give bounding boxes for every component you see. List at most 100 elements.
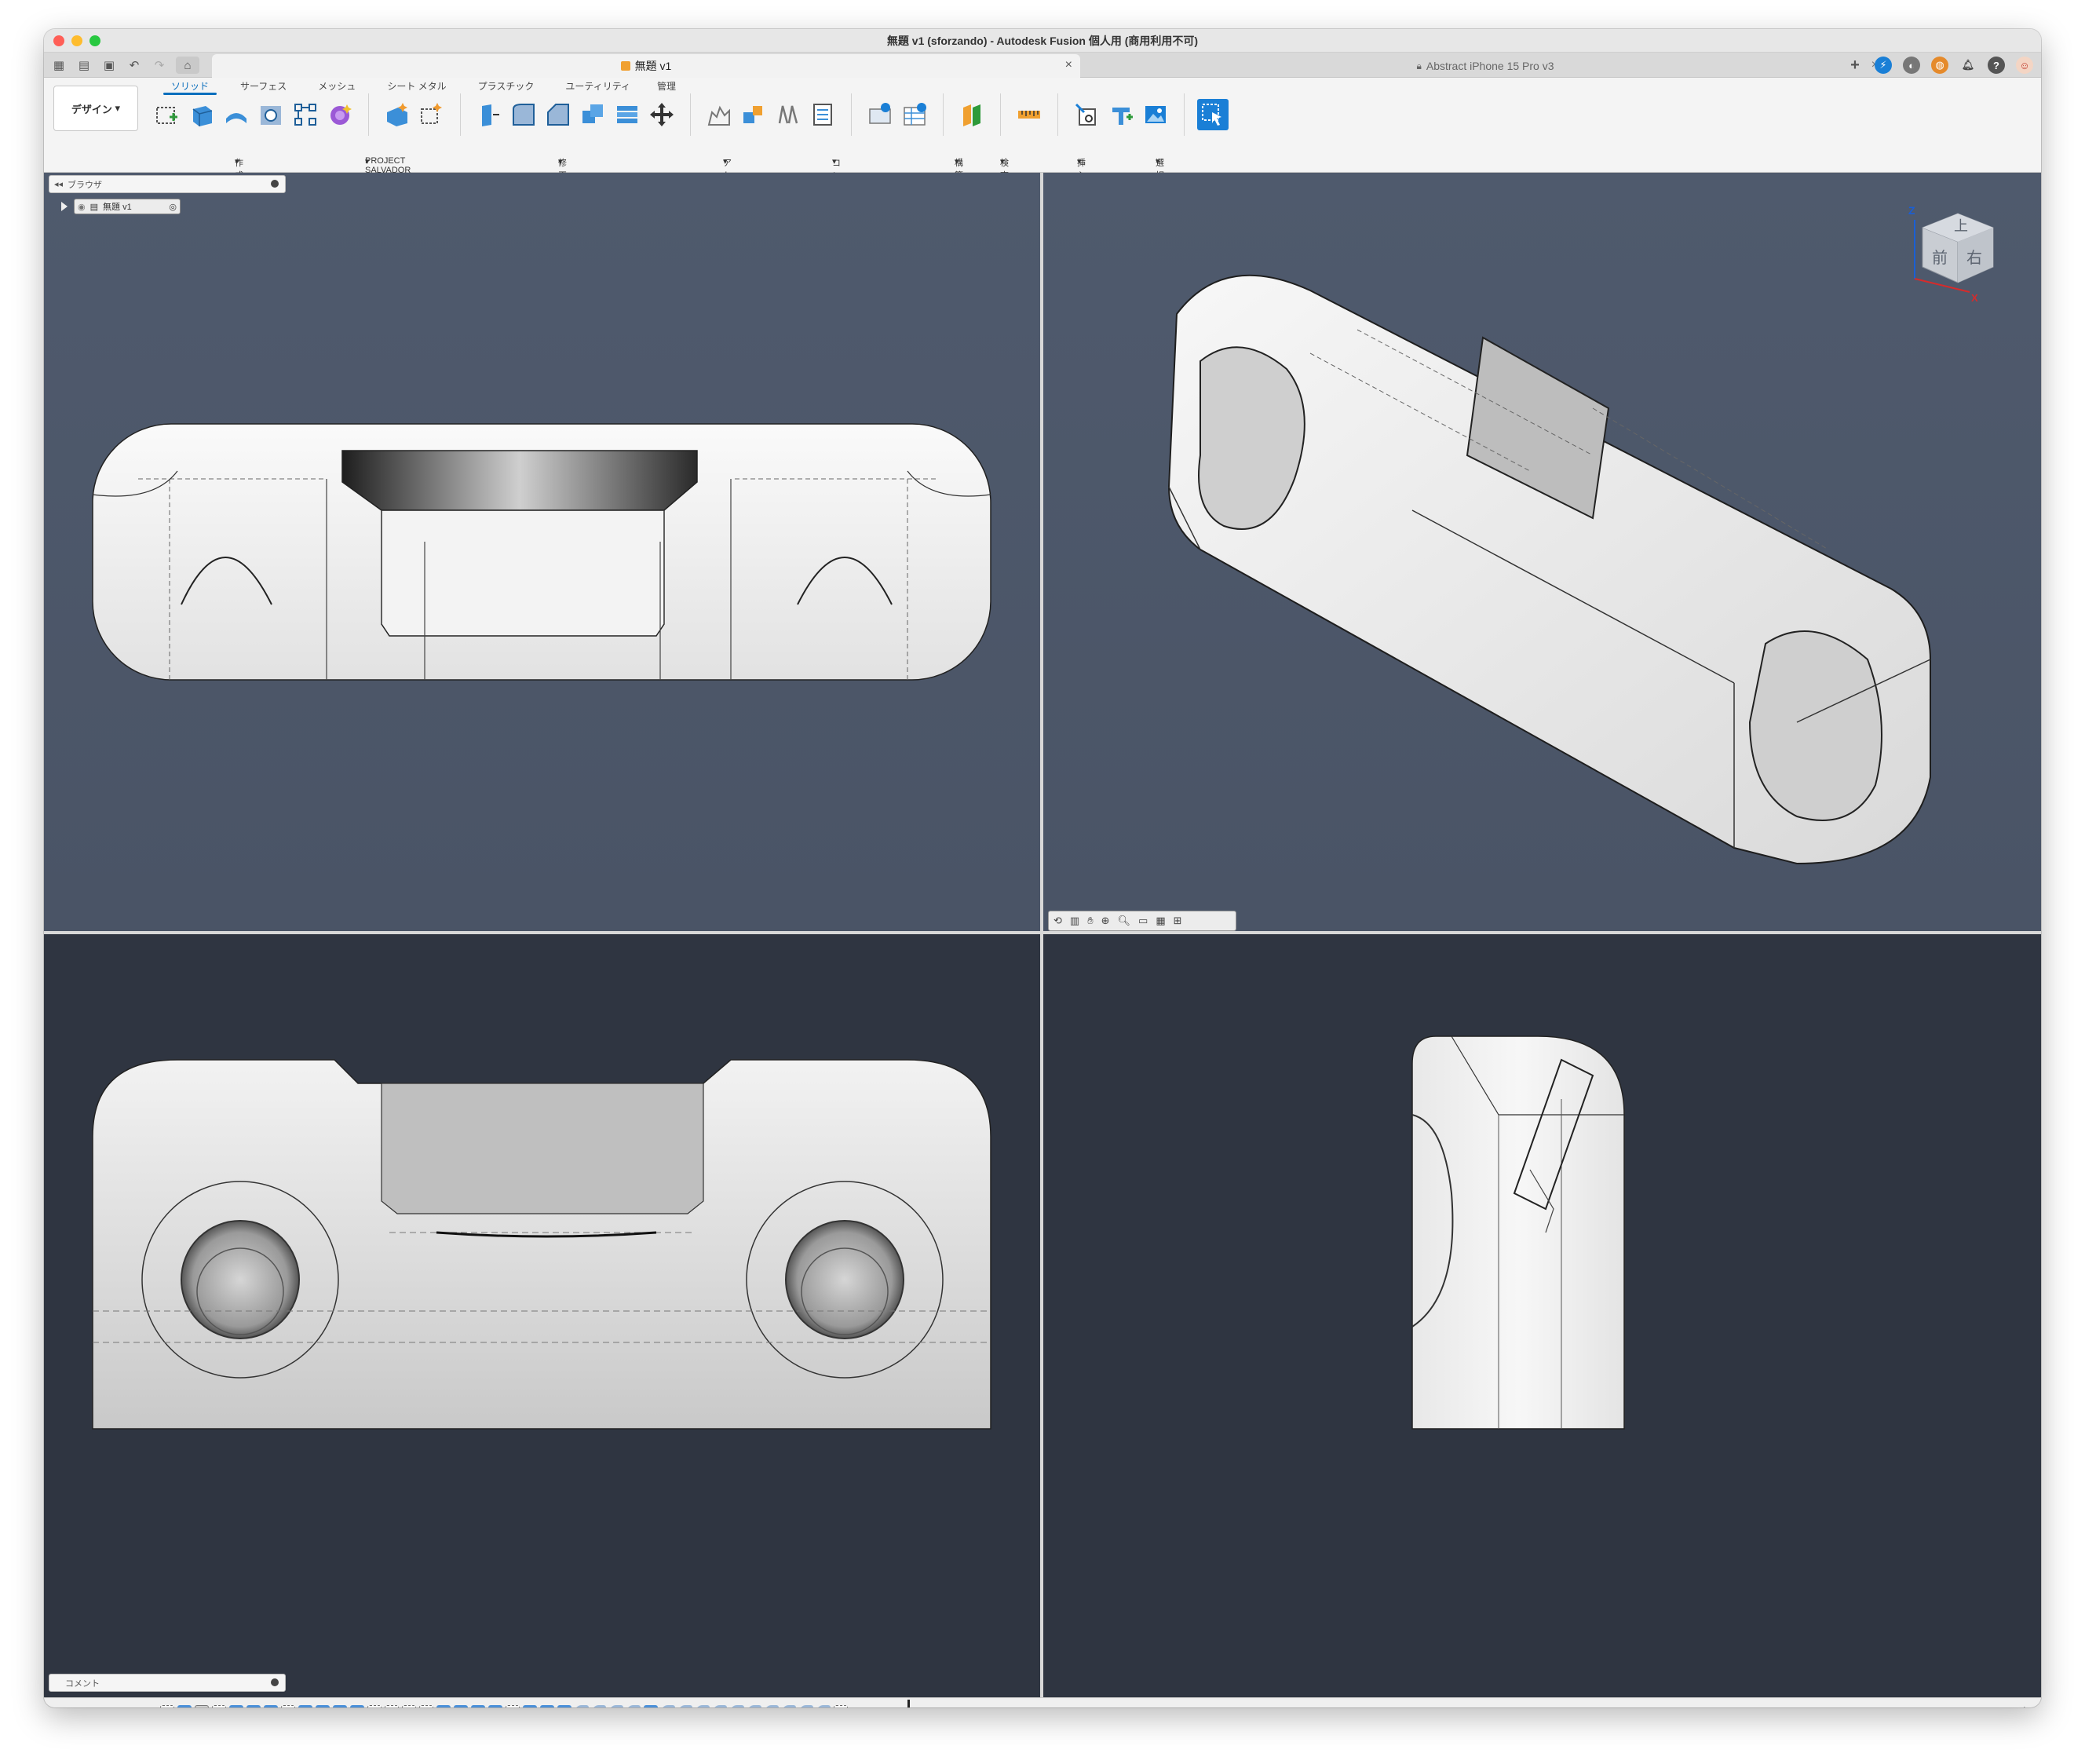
tab-surface[interactable]: サーフェス: [229, 78, 298, 93]
comments-panel[interactable]: コメント: [49, 1674, 286, 1692]
extrude-icon[interactable]: [186, 99, 217, 130]
user-avatar-icon[interactable]: ☺: [2016, 57, 2033, 74]
view-cube[interactable]: 上 前 右 Z X: [1899, 204, 2001, 306]
new-tab-icon[interactable]: +: [1846, 57, 1864, 74]
zoom-window-button[interactable]: [89, 35, 100, 46]
close-tab-icon[interactable]: ×: [1065, 58, 1072, 72]
timeline-extrude-icon[interactable]: [557, 1705, 571, 1707]
save-icon[interactable]: ▣: [100, 57, 118, 74]
pin-panel-icon[interactable]: [271, 180, 279, 188]
timeline-extrude-icon[interactable]: [298, 1705, 312, 1707]
activate-radio-icon[interactable]: ◎: [169, 202, 177, 212]
grid-settings-icon[interactable]: ▦: [1156, 915, 1165, 927]
visibility-eye-icon[interactable]: ◉: [78, 202, 86, 212]
salvador-generate-icon[interactable]: [382, 99, 413, 130]
group-construct[interactable]: 構築 ▾: [955, 156, 963, 181]
tab-utilities[interactable]: ユーティリティ: [554, 78, 641, 93]
combine-icon[interactable]: [612, 99, 643, 130]
group-modify[interactable]: 修正 ▾: [558, 156, 567, 181]
orbit-icon[interactable]: ⟲: [1053, 915, 1062, 927]
fillet-icon[interactable]: [508, 99, 539, 130]
hole-icon[interactable]: [255, 99, 287, 130]
timeline-fillet-icon[interactable]: [765, 1705, 779, 1707]
display-settings-icon[interactable]: ▭: [1138, 915, 1148, 927]
timeline-extrude-icon[interactable]: [523, 1705, 537, 1707]
timeline-extrude-icon[interactable]: [333, 1705, 347, 1707]
group-project-salvador[interactable]: PROJECT SALVADOR ▾: [365, 156, 411, 175]
timeline-fillet-icon[interactable]: [609, 1705, 623, 1707]
document-tab-active[interactable]: 無題 v1 ×: [212, 54, 1080, 78]
group-insert[interactable]: 挿入 ▾: [1077, 156, 1086, 181]
collapse-panel-icon[interactable]: ◂◂: [54, 179, 63, 189]
viewport-home[interactable]: 上 前 右 Z X ⟲ ▥ ✋︎ ⊕ 🔍︎ ▭ ▦ ⊞: [1043, 173, 2041, 931]
learning-icon[interactable]: ◍: [1931, 57, 1948, 74]
group-inspect[interactable]: 検査 ▾: [1000, 156, 1009, 181]
timeline-fillet-icon[interactable]: [782, 1705, 796, 1707]
viewport-front[interactable]: コメント: [44, 934, 1040, 1697]
joint-icon[interactable]: [738, 99, 769, 130]
configuration-table-icon[interactable]: [899, 99, 930, 130]
undo-icon[interactable]: ↶: [126, 57, 143, 74]
timeline-sketch-icon[interactable]: [160, 1705, 174, 1707]
viewport-top[interactable]: ◂◂ ブラウザ ◉ ▤ 無題 v1 ◎: [44, 173, 1040, 931]
bill-of-materials-icon[interactable]: [807, 99, 838, 130]
go-to-end-icon[interactable]: ⏭︎: [127, 1704, 137, 1707]
timeline-sketch-icon[interactable]: [212, 1705, 226, 1707]
timeline-fillet-icon[interactable]: [816, 1705, 831, 1707]
pan-hand-icon[interactable]: ✋︎: [1087, 915, 1093, 927]
viewport-right[interactable]: [1043, 934, 2041, 1697]
timeline-sketch-icon[interactable]: [834, 1705, 848, 1707]
timeline-fillet-icon[interactable]: [575, 1705, 589, 1707]
timeline-sketch-icon[interactable]: [419, 1705, 433, 1707]
timeline-combine-icon[interactable]: [454, 1705, 468, 1707]
timeline-plane-icon[interactable]: [195, 1705, 209, 1707]
timeline-fillet-icon[interactable]: [661, 1705, 675, 1707]
timeline-extrude-icon[interactable]: [644, 1705, 658, 1707]
close-window-button[interactable]: [53, 35, 64, 46]
insert-mcmaster-icon[interactable]: [1105, 99, 1137, 130]
expand-tree-icon[interactable]: [61, 202, 68, 211]
timeline-extrude-icon[interactable]: [436, 1705, 451, 1707]
step-back-icon[interactable]: ◀: [70, 1704, 79, 1707]
timeline-sketch-icon[interactable]: [367, 1705, 382, 1707]
timeline-fillet-icon[interactable]: [592, 1705, 606, 1707]
chamfer-icon[interactable]: [542, 99, 574, 130]
revolve-icon[interactable]: [221, 99, 252, 130]
viewports-icon[interactable]: ⊞: [1174, 915, 1182, 927]
press-pull-icon[interactable]: [473, 99, 505, 130]
tab-mesh[interactable]: メッシュ: [307, 78, 367, 93]
tab-plastic[interactable]: プラスチック: [467, 78, 546, 93]
timeline-extrude-icon[interactable]: [177, 1705, 192, 1707]
home-icon[interactable]: ⌂: [176, 57, 199, 74]
timeline-fillet-icon[interactable]: [730, 1705, 744, 1707]
group-select[interactable]: 選択 ▾: [1156, 156, 1164, 181]
as-built-joint-icon[interactable]: [772, 99, 804, 130]
new-component-icon[interactable]: [703, 99, 735, 130]
timeline-combine-icon[interactable]: [471, 1705, 485, 1707]
tab-manage[interactable]: 管理: [646, 78, 687, 93]
viewcube-top-label[interactable]: 上: [1954, 215, 1968, 236]
browser-root-item[interactable]: ◉ ▤ 無題 v1 ◎: [74, 199, 181, 214]
timeline-fillet-icon[interactable]: [713, 1705, 727, 1707]
timeline-extrude-icon[interactable]: [540, 1705, 554, 1707]
go-to-start-icon[interactable]: ⏮︎: [52, 1704, 62, 1707]
fit-zoom-icon[interactable]: 🔍︎: [1118, 915, 1131, 927]
browser-panel-header[interactable]: ◂◂ ブラウザ: [49, 175, 286, 193]
timeline-sketch-icon[interactable]: [402, 1705, 416, 1707]
timeline-fillet-icon[interactable]: [678, 1705, 692, 1707]
timeline-fillet-icon[interactable]: [799, 1705, 813, 1707]
minimize-window-button[interactable]: [71, 35, 82, 46]
group-configuration[interactable]: コンフィギュレーション ▾: [832, 156, 841, 294]
salvador-sketch-icon[interactable]: [416, 99, 447, 130]
timeline-extrude-icon[interactable]: [246, 1705, 261, 1707]
measure-icon[interactable]: [1013, 99, 1045, 130]
group-create[interactable]: 作成 ▾: [235, 156, 243, 181]
document-tab-inactive[interactable]: 🔒︎ Abstract iPhone 15 Pro v3 ×: [1084, 54, 1886, 78]
timeline-extrude-icon[interactable]: [264, 1705, 278, 1707]
timeline-sketch-icon[interactable]: [281, 1705, 295, 1707]
help-icon[interactable]: ?: [1988, 57, 2005, 74]
tab-solid[interactable]: ソリッド: [160, 78, 220, 95]
data-panel-grid-icon[interactable]: ▦: [50, 57, 68, 74]
pin-panel-icon[interactable]: [271, 1678, 279, 1686]
workspace-switcher-button[interactable]: デザイン ▾: [53, 86, 138, 131]
